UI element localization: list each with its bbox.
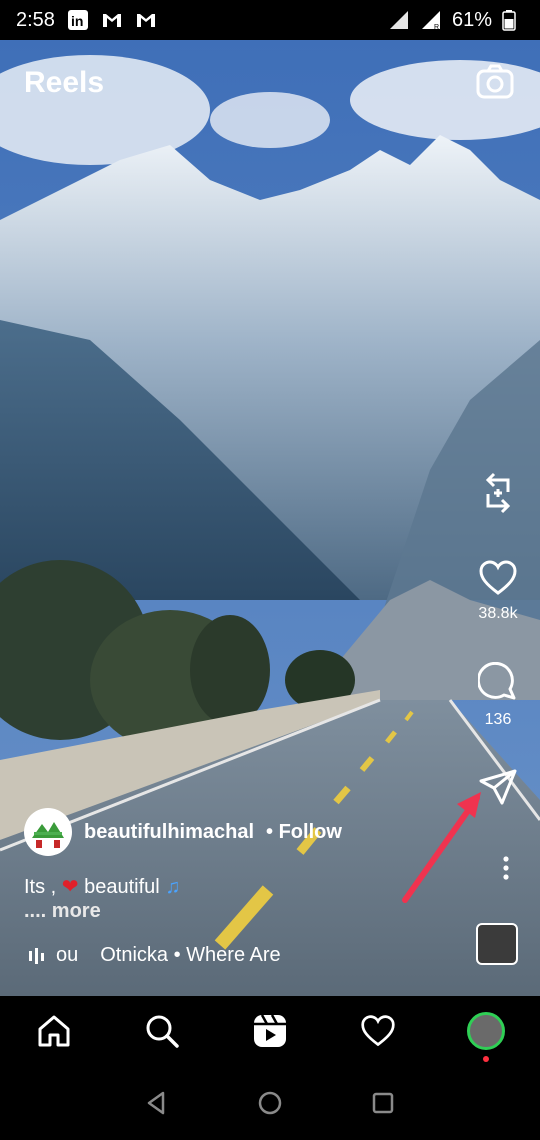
heart-icon	[361, 1015, 395, 1047]
audio-row[interactable]: ou Otnicka • Where Are	[28, 944, 281, 967]
nav-activity[interactable]	[351, 1004, 405, 1058]
follow-button[interactable]: • Follow	[266, 821, 342, 844]
gmail-icon	[135, 9, 157, 31]
home-circle-icon[interactable]	[256, 1089, 284, 1117]
reels-screen: 2:58 in R 61% Reels 38.8k 136 beautifulh…	[0, 0, 540, 1140]
audio-thumbnail[interactable]	[476, 923, 518, 965]
reels-icon	[254, 1014, 286, 1047]
gmail-icon	[101, 9, 123, 31]
music-note-icon: ♫	[165, 876, 181, 898]
notification-dot	[483, 1056, 489, 1062]
nav-reels[interactable]	[243, 1004, 297, 1058]
signal-roaming-icon: R	[420, 9, 442, 31]
caption-text-end: beautiful	[84, 876, 160, 898]
battery-icon	[502, 9, 524, 31]
audio-text-1: ou	[56, 944, 79, 966]
remix-button[interactable]	[470, 470, 526, 521]
home-icon	[38, 1015, 70, 1047]
camera-icon[interactable]	[476, 64, 514, 100]
audio-bars-icon	[29, 947, 44, 964]
comment-count: 136	[484, 711, 512, 728]
nav-search[interactable]	[135, 1004, 189, 1058]
like-button[interactable]: 38.8k	[470, 560, 526, 623]
author-avatar[interactable]	[24, 808, 72, 856]
author-row: beautifulhimachal • Follow	[24, 808, 342, 856]
bottom-navigation	[0, 996, 540, 1066]
svg-text:R: R	[434, 24, 439, 31]
caption: Its , ❤ beautiful ♫	[24, 874, 180, 899]
remix-icon	[485, 472, 511, 514]
nav-home[interactable]	[27, 1004, 81, 1058]
svg-text:in: in	[71, 13, 83, 29]
nav-profile[interactable]	[459, 1004, 513, 1062]
comment-icon	[476, 661, 516, 700]
page-title: Reels	[24, 66, 105, 99]
author-username[interactable]: beautifulhimachal	[84, 821, 254, 844]
status-time: 2:58	[16, 8, 55, 31]
profile-avatar	[467, 1012, 505, 1050]
system-navigation	[0, 1066, 540, 1140]
heart-icon	[479, 560, 517, 595]
status-bar: 2:58 in R 61%	[0, 0, 540, 40]
more-link[interactable]: .... more	[24, 900, 101, 923]
heart-emoji-icon: ❤	[61, 876, 79, 898]
like-count: 38.8k	[478, 605, 518, 622]
caption-text-start: Its ,	[24, 876, 57, 898]
battery-level: 61%	[451, 8, 492, 31]
audio-text-2: Otnicka • Where Are	[100, 944, 281, 966]
brand-logo-icon	[26, 810, 70, 854]
signal-icon	[388, 9, 410, 31]
linkedin-icon: in	[67, 9, 89, 31]
comment-button[interactable]: 136	[470, 661, 526, 729]
annotation-arrow	[402, 792, 481, 903]
recent-apps-icon[interactable]	[369, 1089, 397, 1117]
search-icon	[146, 1015, 179, 1048]
back-icon[interactable]	[143, 1089, 171, 1117]
